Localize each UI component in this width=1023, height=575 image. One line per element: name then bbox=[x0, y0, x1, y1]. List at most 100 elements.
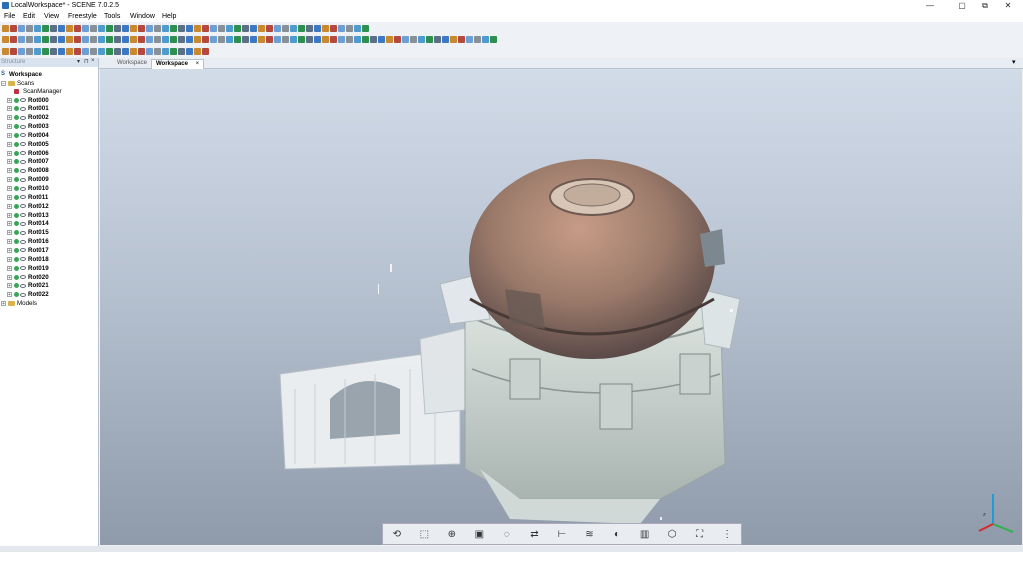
toolbar-tool-icon[interactable] bbox=[10, 47, 17, 55]
toolbar-tool-icon[interactable] bbox=[354, 35, 361, 43]
toolbar-tool-icon[interactable] bbox=[26, 47, 33, 55]
close-button[interactable]: ✕ bbox=[998, 1, 1018, 11]
toolbar-tool-icon[interactable] bbox=[402, 35, 409, 43]
toolbar-tool-icon[interactable] bbox=[146, 35, 153, 43]
tree-scan-item[interactable]: + Rot016 bbox=[7, 238, 49, 246]
toolbar-tool-icon[interactable] bbox=[338, 35, 345, 43]
toolbar-tool-icon[interactable] bbox=[18, 47, 25, 55]
toolbar-tool-icon[interactable] bbox=[434, 35, 441, 43]
toolbar-tool-icon[interactable] bbox=[138, 24, 145, 32]
toolbar-tool-icon[interactable] bbox=[226, 24, 233, 32]
toolbar-tool-icon[interactable] bbox=[314, 24, 321, 32]
toolbar-tool-icon[interactable] bbox=[218, 35, 225, 43]
toolbar-tool-icon[interactable] bbox=[202, 47, 209, 55]
toolbar-tool-icon[interactable] bbox=[130, 35, 137, 43]
toolbar-tool-icon[interactable] bbox=[130, 47, 137, 55]
toolbar-tool-icon[interactable] bbox=[194, 35, 201, 43]
view-mode-icon[interactable]: ⟲ bbox=[389, 526, 405, 542]
toolbar-tool-icon[interactable] bbox=[50, 24, 57, 32]
toolbar-tool-icon[interactable] bbox=[2, 24, 9, 32]
menu-help[interactable]: Help bbox=[162, 13, 176, 20]
expand-icon[interactable]: + bbox=[7, 106, 12, 112]
expand-icon[interactable]: + bbox=[7, 247, 12, 253]
toolbar-tool-icon[interactable] bbox=[82, 47, 89, 55]
toolbar-tool-icon[interactable] bbox=[298, 35, 305, 43]
toolbar-tool-icon[interactable] bbox=[426, 35, 433, 43]
toolbar-tool-icon[interactable] bbox=[258, 24, 265, 32]
toolbar-tool-icon[interactable] bbox=[122, 47, 129, 55]
toolbar-tool-icon[interactable] bbox=[362, 35, 369, 43]
expand-icon[interactable]: + bbox=[7, 159, 12, 165]
expand-icon[interactable]: + bbox=[7, 194, 12, 200]
tree-scan-item[interactable]: + Rot001 bbox=[7, 105, 49, 113]
expand-icon[interactable]: + bbox=[7, 168, 12, 174]
toolbar-tool-icon[interactable] bbox=[90, 24, 97, 32]
toolbar-tool-icon[interactable] bbox=[146, 24, 153, 32]
tree-scan-item[interactable]: + Rot003 bbox=[7, 123, 49, 131]
tree-scan-item[interactable]: + Rot021 bbox=[7, 282, 49, 290]
toolbar-tool-icon[interactable] bbox=[234, 35, 241, 43]
walk-icon[interactable]: ⇄ bbox=[526, 526, 542, 542]
toolbar-tool-icon[interactable] bbox=[42, 47, 49, 55]
toolbar-tool-icon[interactable] bbox=[322, 24, 329, 32]
toolbar-tool-icon[interactable] bbox=[146, 47, 153, 55]
expand-icon[interactable]: + bbox=[7, 256, 12, 262]
toolbar-tool-icon[interactable] bbox=[282, 24, 289, 32]
toolbar-tool-icon[interactable] bbox=[338, 24, 345, 32]
tree-scan-item[interactable]: + Rot018 bbox=[7, 255, 49, 263]
toolbar-tool-icon[interactable] bbox=[346, 35, 353, 43]
toolbar-tool-icon[interactable] bbox=[474, 35, 481, 43]
toolbar-tool-icon[interactable] bbox=[186, 24, 193, 32]
layers-icon[interactable]: ≋ bbox=[581, 526, 597, 542]
toolbar-tool-icon[interactable] bbox=[274, 35, 281, 43]
toolbar-tool-icon[interactable] bbox=[50, 47, 57, 55]
expand-icon[interactable]: + bbox=[7, 115, 12, 121]
toolbar-tool-icon[interactable] bbox=[82, 24, 89, 32]
expand-icon[interactable]: + bbox=[7, 265, 12, 271]
toolbar-tool-icon[interactable] bbox=[362, 24, 369, 32]
tree-scan-item[interactable]: + Rot020 bbox=[7, 273, 49, 281]
expand-icon[interactable]: + bbox=[7, 150, 12, 156]
toolbar-tool-icon[interactable] bbox=[114, 35, 121, 43]
toolbar-tool-icon[interactable] bbox=[258, 35, 265, 43]
expand-icon[interactable]: + bbox=[7, 132, 12, 138]
expand-icon[interactable]: + bbox=[7, 186, 12, 192]
toolbar-tool-icon[interactable] bbox=[138, 47, 145, 55]
toolbar-tool-icon[interactable] bbox=[210, 35, 217, 43]
tab-workspace-inactive[interactable]: Workspace bbox=[113, 59, 151, 68]
toolbar-tool-icon[interactable] bbox=[242, 24, 249, 32]
toolbar-tool-icon[interactable] bbox=[170, 47, 177, 55]
tree-scan-item[interactable]: + Rot017 bbox=[7, 246, 49, 254]
toolbar-tool-icon[interactable] bbox=[162, 24, 169, 32]
toolbar-tool-icon[interactable] bbox=[170, 35, 177, 43]
toolbar-tool-icon[interactable] bbox=[386, 35, 393, 43]
toolbar-tool-icon[interactable] bbox=[266, 35, 273, 43]
menu-tools[interactable]: Tools bbox=[104, 13, 120, 20]
tab-workspace-active[interactable]: Workspace × bbox=[151, 59, 205, 69]
toolbar-tool-icon[interactable] bbox=[58, 47, 65, 55]
tree-scan-item[interactable]: + Rot007 bbox=[7, 158, 49, 166]
3d-viewport[interactable]: z ⟲ ⬚ ⊕ ▣ ◌ ⇄ ⊢ ≋ ◐ ▥ ⬡ ⛶ ⋮ bbox=[100, 69, 1022, 545]
toolbar-tool-icon[interactable] bbox=[346, 24, 353, 32]
toolbar-tool-icon[interactable] bbox=[242, 35, 249, 43]
minimize-button[interactable]: ▢ bbox=[952, 1, 972, 11]
tree-scans-folder[interactable]: − Scans bbox=[1, 79, 34, 87]
toolbar-tool-icon[interactable] bbox=[306, 24, 313, 32]
toolbar-tool-icon[interactable] bbox=[226, 35, 233, 43]
toolbar-tool-icon[interactable] bbox=[10, 24, 17, 32]
tree-scan-item[interactable]: + Rot008 bbox=[7, 167, 49, 175]
toolbar-tool-icon[interactable] bbox=[202, 35, 209, 43]
clip-icon[interactable]: ◐ bbox=[609, 526, 625, 542]
toolbar-tool-icon[interactable] bbox=[178, 35, 185, 43]
tree-scan-item[interactable]: + Rot022 bbox=[7, 291, 49, 299]
toolbar-tool-icon[interactable] bbox=[170, 24, 177, 32]
toolbar-tool-icon[interactable] bbox=[194, 47, 201, 55]
expand-icon[interactable]: + bbox=[7, 239, 12, 245]
fullscreen-icon[interactable]: ⛶ bbox=[692, 526, 708, 542]
orbit-icon[interactable]: ⬚ bbox=[416, 526, 432, 542]
grid-menu-icon[interactable]: ⋮ bbox=[719, 526, 735, 542]
rotate-icon[interactable]: ◌ bbox=[499, 526, 515, 542]
split-icon[interactable]: ▥ bbox=[637, 526, 653, 542]
toolbar-tool-icon[interactable] bbox=[154, 35, 161, 43]
toolbar-tool-icon[interactable] bbox=[42, 24, 49, 32]
